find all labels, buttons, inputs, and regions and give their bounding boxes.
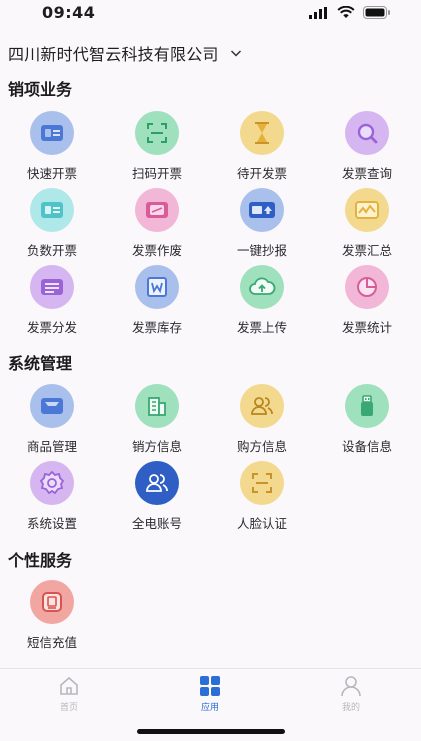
tile-label: 设备信息: [341, 439, 392, 454]
home-indicator: [137, 729, 285, 734]
tile-label: 系统设置: [26, 516, 77, 531]
tile-label: 销方信息: [131, 439, 182, 454]
tile-label: 发票作废: [131, 243, 182, 258]
void-invoice-icon: [135, 188, 179, 232]
account-group-icon: [135, 461, 179, 505]
box-icon: [30, 384, 74, 428]
tile-device-info[interactable]: 设备信息: [322, 384, 412, 454]
stock-icon: [135, 265, 179, 309]
status-bar: 09:44: [0, 0, 421, 28]
cloud-upload-icon: [240, 265, 284, 309]
building-icon: [135, 384, 179, 428]
profile-icon: [341, 676, 361, 697]
section-title-sales: 销项业务: [8, 80, 73, 99]
distribute-icon: [30, 265, 74, 309]
signal-icon: [309, 6, 327, 19]
status-icons: [309, 6, 391, 19]
scan-icon: [135, 111, 179, 155]
tile-sms-recharge[interactable]: 短信充值: [7, 580, 97, 650]
tile-label: 发票统计: [341, 320, 392, 335]
tile-label: 全电账号: [131, 516, 182, 531]
sms-icon: [30, 580, 74, 624]
tile-invoice-stats[interactable]: 发票统计: [322, 265, 412, 335]
tab-label-profile: 我的: [341, 703, 360, 713]
apps-icon: [200, 676, 220, 696]
tile-pending-invoice[interactable]: 待开发票: [217, 111, 307, 181]
tile-quick-invoice[interactable]: 快速开票: [7, 111, 97, 181]
tile-seller-info[interactable]: 销方信息: [112, 384, 202, 454]
tile-label: 扫码开票: [131, 166, 182, 181]
tile-label: 快速开票: [26, 166, 77, 181]
chevron-down-icon: [230, 50, 241, 57]
tile-buyer-info[interactable]: 购方信息: [217, 384, 307, 454]
summary-chart-icon: [345, 188, 389, 232]
tile-invoice-query[interactable]: 发票查询: [322, 111, 412, 181]
tile-label: 待开发票: [236, 166, 287, 181]
face-scan-icon: [240, 461, 284, 505]
tile-one-key-report[interactable]: 一键抄报: [217, 188, 307, 258]
tab-profile[interactable]: 我的: [311, 675, 391, 719]
gear-icon: [30, 461, 74, 505]
report-upload-icon: [240, 188, 284, 232]
home-icon: [60, 676, 78, 695]
tile-invoice-distribute[interactable]: 发票分发: [7, 265, 97, 335]
tile-label: 发票上传: [236, 320, 287, 335]
tab-label-home: 首页: [59, 703, 78, 713]
tile-invoice-summary[interactable]: 发票汇总: [322, 188, 412, 258]
tab-label-apps: 应用: [200, 703, 219, 713]
tile-label: 商品管理: [26, 439, 77, 454]
tile-invoice-stock[interactable]: 发票库存: [112, 265, 202, 335]
tile-full-digital-account[interactable]: 全电账号: [112, 461, 202, 531]
tile-product-management[interactable]: 商品管理: [7, 384, 97, 454]
tile-void-invoice[interactable]: 发票作废: [112, 188, 202, 258]
tile-label: 人脸认证: [236, 516, 287, 531]
tile-invoice-upload[interactable]: 发票上传: [217, 265, 307, 335]
tile-label: 负数开票: [26, 243, 77, 258]
status-time: 09:44: [42, 3, 96, 22]
tile-system-settings[interactable]: 系统设置: [7, 461, 97, 531]
tile-label: 短信充值: [26, 635, 77, 650]
section-title-system: 系统管理: [8, 354, 73, 373]
negative-invoice-icon: [30, 188, 74, 232]
tile-label: 购方信息: [236, 439, 287, 454]
tile-label: 发票分发: [26, 320, 77, 335]
hourglass-icon: [240, 111, 284, 155]
tile-label: 发票库存: [131, 320, 182, 335]
company-selector[interactable]: 四川新时代智云科技有限公司: [8, 40, 243, 66]
tile-face-auth[interactable]: 人脸认证: [217, 461, 307, 531]
tile-label: 发票汇总: [341, 243, 392, 258]
tab-home[interactable]: 首页: [29, 675, 109, 719]
tile-label: 一键抄报: [236, 243, 287, 258]
section-title-personal: 个性服务: [8, 551, 73, 570]
magnifier-icon: [345, 111, 389, 155]
tile-label: 发票查询: [341, 166, 392, 181]
company-name: 四川新时代智云科技有限公司: [8, 45, 219, 64]
wifi-icon: [337, 6, 355, 18]
pie-chart-icon: [345, 265, 389, 309]
usb-icon: [345, 384, 389, 428]
tile-scan-invoice[interactable]: 扫码开票: [112, 111, 202, 181]
battery-icon: [363, 6, 390, 19]
users-icon: [240, 384, 284, 428]
invoice-card-icon: [30, 111, 74, 155]
tab-apps[interactable]: 应用: [170, 675, 250, 719]
tile-negative-invoice[interactable]: 负数开票: [7, 188, 97, 258]
